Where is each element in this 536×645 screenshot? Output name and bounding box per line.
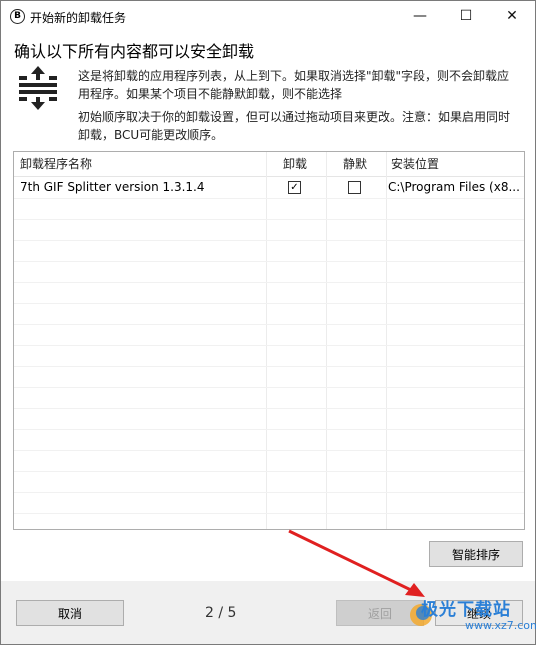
back-button[interactable]: 返回 <box>336 600 424 626</box>
description-line-1: 这是将卸载的应用程序列表，从上到下。如果取消选择"卸载"字段，则不会卸载应 <box>78 69 510 83</box>
close-button[interactable]: ✕ <box>489 1 535 32</box>
app-icon: B <box>10 9 25 24</box>
description-line-2: 用程序。如果某个项目不能静默卸载，则不能选择 <box>78 87 343 101</box>
dialog-window: B 开始新的卸载任务 — ☐ ✕ 确认以下所有内容都可以安全卸载 这是将卸载的应… <box>0 0 536 645</box>
watermark-url: www.xz7.com <box>465 619 536 632</box>
maximize-button[interactable]: ☐ <box>443 1 489 32</box>
minimize-button[interactable]: — <box>397 1 443 32</box>
install-location-cell: C:\Program Files (x8... <box>388 180 520 194</box>
page-heading: 确认以下所有内容都可以安全卸载 <box>14 42 255 61</box>
smart-sort-button[interactable]: 智能排序 <box>429 541 523 567</box>
watermark-text: 极光下载站 <box>421 600 511 620</box>
uninstall-checkbox[interactable]: ✓ <box>288 181 301 194</box>
description-line-3: 初始顺序取决于你的卸载设置，但可以通过拖动项目来更改。注意：如果启用同时 <box>78 110 511 124</box>
uninstall-list[interactable]: 卸载程序名称 卸载 静默 安装位置 7th GIF Splitter versi… <box>13 151 525 530</box>
sort-order-icon <box>19 66 57 110</box>
column-separator <box>386 152 387 529</box>
title-bar: B 开始新的卸载任务 — ☐ ✕ <box>1 1 535 32</box>
table-row[interactable]: 7th GIF Splitter version 1.3.1.4 ✓ C:\Pr… <box>14 177 524 198</box>
description-line-4: 卸载，BCU可能更改顺序。 <box>78 128 224 142</box>
column-separator <box>266 152 267 529</box>
cancel-button[interactable]: 取消 <box>16 600 124 626</box>
column-header-name[interactable]: 卸载程序名称 <box>14 152 266 176</box>
window-title: 开始新的卸载任务 <box>30 11 127 25</box>
column-separator <box>326 152 327 529</box>
page-indicator: 2 / 5 <box>205 605 237 621</box>
column-header-uninstall[interactable]: 卸载 <box>277 152 337 176</box>
column-header-location[interactable]: 安装位置 <box>385 152 524 176</box>
program-name-cell: 7th GIF Splitter version 1.3.1.4 <box>20 180 205 194</box>
list-header: 卸载程序名称 卸载 静默 安装位置 <box>14 152 524 177</box>
quiet-checkbox[interactable] <box>348 181 361 194</box>
